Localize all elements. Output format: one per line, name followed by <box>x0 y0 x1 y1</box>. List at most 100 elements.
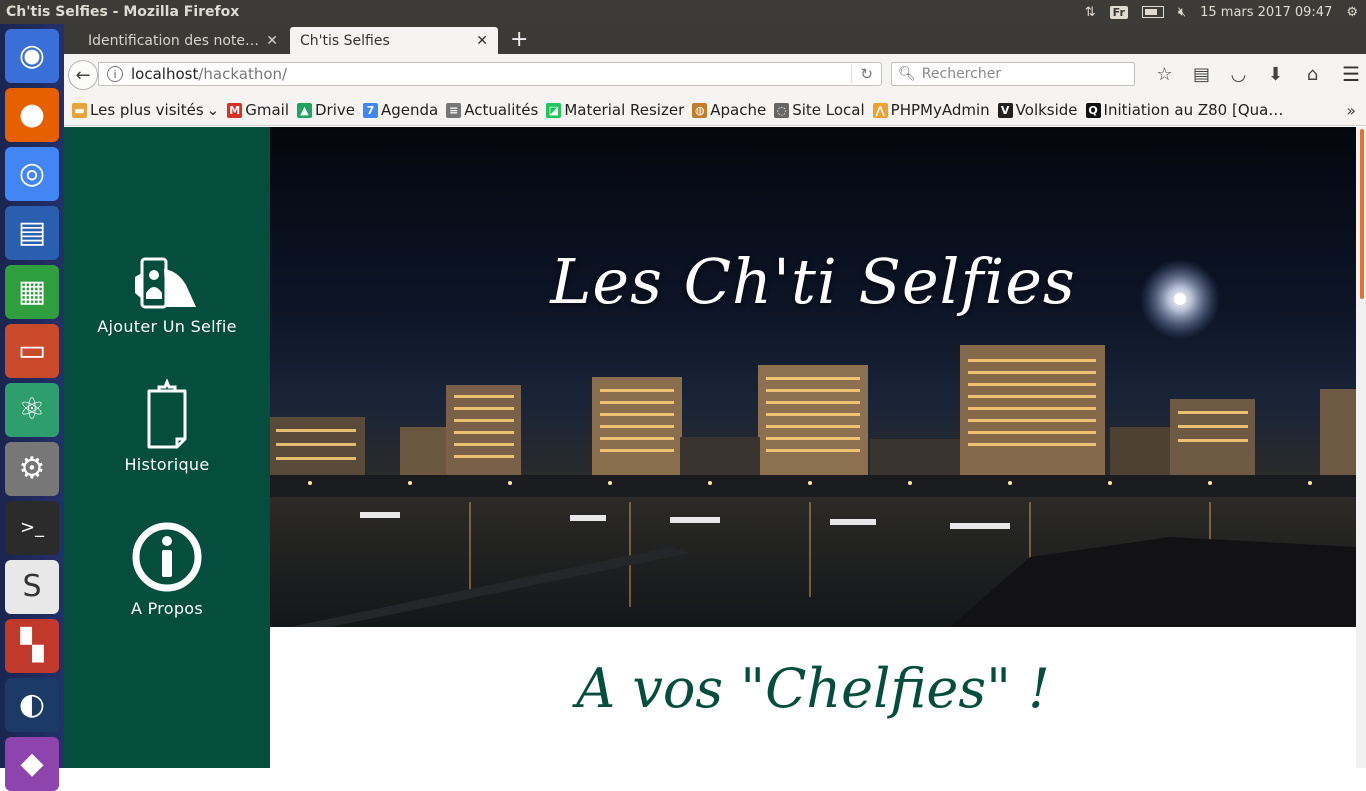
launcher-firefox[interactable]: ● <box>5 88 59 142</box>
system-indicators: ⇅ Fr 🔇︎ 15 mars 2017 09:47 ⚙ <box>1085 5 1366 20</box>
page-scrollbar[interactable] <box>1356 127 1366 768</box>
launcher-files[interactable]: ▭ <box>5 324 59 378</box>
arrow-left-icon: ← <box>75 64 91 86</box>
hamburger-menu-icon[interactable]: ☰ <box>1342 62 1360 86</box>
volume-mute-icon[interactable]: 🔇︎ <box>1178 5 1186 20</box>
launcher-libreoffice-calc[interactable]: ▦ <box>5 265 59 319</box>
search-bar[interactable]: 🔍︎ Rechercher <box>891 62 1135 86</box>
power-gear-icon[interactable]: ⚙ <box>1346 5 1358 20</box>
download-icon[interactable]: ⬇ <box>1257 64 1294 85</box>
chevron-more-icon[interactable]: » <box>1346 101 1356 120</box>
url-host: localhost <box>131 65 199 83</box>
pocket-icon[interactable]: ◡ <box>1220 64 1257 85</box>
scrollbar-thumb[interactable] <box>1360 129 1364 299</box>
launcher-steam[interactable]: ◐ <box>5 678 59 732</box>
reading-list-icon[interactable]: ▤ <box>1183 64 1220 85</box>
network-icon[interactable]: ⇅ <box>1085 5 1096 20</box>
bookmark-item[interactable]: ≡ Actualités <box>446 101 538 119</box>
atom-icon: ⚛ <box>18 392 46 427</box>
reload-icon[interactable]: ↻ <box>851 65 881 83</box>
spreadsheet-icon: ▦ <box>17 274 47 309</box>
bookmark-label: Les plus visités <box>90 101 204 119</box>
window-title: Ch'tis Selfies - Mozilla Firefox <box>6 4 240 20</box>
search-placeholder: Rechercher <box>921 66 1002 82</box>
nav-label: Ajouter Un Selfie <box>97 317 237 336</box>
home-icon[interactable]: ⌂ <box>1294 64 1331 85</box>
launcher-ubuntu-dash[interactable]: ◉ <box>5 29 59 83</box>
material-resizer-icon: ◪ <box>546 102 562 118</box>
bookmark-item[interactable]: ◪ Material Resizer <box>546 101 684 119</box>
close-icon[interactable]: ✕ <box>476 33 488 49</box>
close-icon[interactable]: ✕ <box>266 33 278 49</box>
site-info-icon[interactable]: i <box>107 66 123 82</box>
launcher-workspaces[interactable]: ▚ <box>5 619 59 673</box>
bookmark-item[interactable]: ◍ Apache <box>692 101 766 119</box>
tab-chtis-selfies[interactable]: Ch'tis Selfies ✕ <box>290 27 498 54</box>
terminal-icon: >_ <box>19 517 45 538</box>
bookmark-item[interactable]: Q Initiation au Z80 [Qua… <box>1085 101 1284 119</box>
bookmark-star-icon[interactable]: ☆ <box>1146 64 1183 85</box>
launcher-libreoffice-writer[interactable]: ▤ <box>5 206 59 260</box>
clock[interactable]: 15 mars 2017 09:47 <box>1200 5 1332 20</box>
search-icon: 🔍︎ <box>898 66 916 82</box>
apache-icon: ◍ <box>692 102 708 118</box>
tagline-heading: A vos "Chelfies" ! <box>576 657 1050 720</box>
gmail-icon: M <box>227 102 243 118</box>
ubuntu-logo-icon: ◉ <box>18 38 46 73</box>
bookmark-item[interactable]: ◌ Site Local <box>774 101 865 119</box>
web-page: Ajouter Un Selfie Historique A Propos Le… <box>64 127 1366 768</box>
q-icon: Q <box>1085 102 1101 118</box>
steam-icon: ◐ <box>18 687 46 722</box>
site-sidebar: Ajouter Un Selfie Historique A Propos <box>64 127 270 768</box>
slack-icon: S <box>22 569 42 604</box>
bookmark-label: Apache <box>710 101 767 119</box>
bookmark-label: Material Resizer <box>564 101 685 119</box>
launcher-unknown-app[interactable]: ◆ <box>5 737 59 791</box>
night-harbor-photo <box>270 259 1356 627</box>
nav-history[interactable]: Historique <box>64 379 270 474</box>
nav-label: Historique <box>124 455 210 474</box>
navigation-toolbar: ← i localhost/hackathon/ ↻ 🔍︎ Rechercher… <box>64 54 1366 95</box>
launcher-atom[interactable]: ⚛ <box>5 383 59 437</box>
bookmark-item[interactable]: V Volkside <box>997 101 1078 119</box>
bookmark-item[interactable]: 7 Agenda <box>362 101 438 119</box>
bookmarks-toolbar: ▬ Les plus visités ⌄ M Gmail ▲ Drive 7 Agenda ≡ Ac… <box>64 95 1366 126</box>
document-icon: ▤ <box>17 215 47 250</box>
tab-identification[interactable]: Identification des note… ✕ <box>78 27 288 54</box>
bookmark-label: Site Local <box>792 101 865 119</box>
nav-about[interactable]: A Propos <box>64 521 270 618</box>
launcher-chrome[interactable]: ◎ <box>5 147 59 201</box>
bookmark-label: PHPMyAdmin <box>890 101 990 119</box>
info-icon <box>132 522 202 592</box>
new-tab-button[interactable]: + <box>510 28 528 52</box>
tab-strip: Identification des note… ✕ Ch'tis Selfie… <box>64 24 1366 54</box>
url-path: /hackathon/ <box>198 65 288 83</box>
bookmark-label: Drive <box>314 101 355 119</box>
news-icon: ≡ <box>446 102 462 118</box>
chrome-icon: ◎ <box>18 156 46 191</box>
nav-add-selfie[interactable]: Ajouter Un Selfie <box>64 255 270 336</box>
gear-wrench-icon: ⚙ <box>18 451 46 486</box>
battery-icon[interactable] <box>1141 6 1164 18</box>
chevron-down-icon: ⌄ <box>206 101 220 119</box>
bookmark-item[interactable]: ⋀ PHPMyAdmin <box>872 101 990 119</box>
volkside-icon: V <box>997 102 1013 118</box>
phpmyadmin-icon: ⋀ <box>872 102 888 118</box>
bookmark-item[interactable]: ▬ Les plus visités ⌄ <box>72 101 219 119</box>
phone-selfie-icon <box>135 257 196 309</box>
bookmark-label: Initiation au Z80 [Qua… <box>1103 101 1284 119</box>
back-button[interactable]: ← <box>68 60 98 90</box>
launcher-slack[interactable]: S <box>5 560 59 614</box>
url-bar[interactable]: i localhost/hackathon/ ↻ <box>98 62 882 86</box>
workspace-grid-icon: ▚ <box>20 628 44 663</box>
launcher-system-settings[interactable]: ⚙ <box>5 442 59 496</box>
clipboard-icon <box>147 379 187 449</box>
folder-icon: ▬ <box>72 102 87 118</box>
bookmark-label: Actualités <box>464 101 539 119</box>
bookmark-item[interactable]: ▲ Drive <box>296 101 355 119</box>
tab-label: Ch'tis Selfies <box>300 32 390 49</box>
launcher-terminal[interactable]: >_ <box>5 501 59 555</box>
keyboard-layout-indicator[interactable]: Fr <box>1109 5 1128 19</box>
bookmark-label: Gmail <box>245 101 289 119</box>
bookmark-item[interactable]: M Gmail <box>227 101 289 119</box>
